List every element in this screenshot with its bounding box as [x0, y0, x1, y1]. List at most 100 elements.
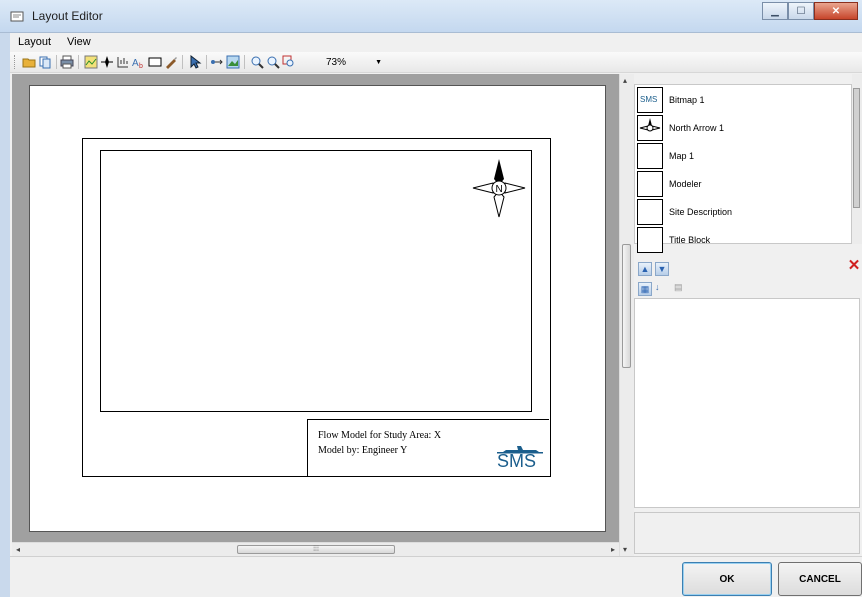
- site-description-thumbnail: [637, 199, 663, 225]
- window-controls: ▁ ☐ ✕: [762, 2, 858, 20]
- north-arrow-graphic[interactable]: N: [471, 157, 527, 219]
- title-bar: Layout Editor ▁ ☐ ✕: [0, 0, 862, 33]
- modeler-thumbnail: [637, 171, 663, 197]
- toolbar-separator: [56, 55, 57, 69]
- svg-text:b: b: [139, 63, 143, 69]
- window-title: Layout Editor: [32, 9, 103, 23]
- svg-text:A: A: [132, 58, 139, 69]
- open-icon[interactable]: [22, 55, 36, 69]
- scroll-left-icon[interactable]: ◂: [16, 545, 20, 554]
- layout-page[interactable]: N Flow Model for Study Area: X Model by:…: [29, 85, 606, 532]
- arrow-up-icon: ▲: [640, 264, 650, 274]
- bitmap-thumbnail: SMS: [637, 87, 663, 113]
- scroll-down-icon[interactable]: ▾: [623, 545, 627, 554]
- zoom-fit-icon[interactable]: [282, 55, 296, 69]
- list-item-label: Site Description: [669, 207, 733, 217]
- horizontal-scrollbar[interactable]: ◂ ⁞⁞⁞ ▸: [12, 542, 619, 557]
- sort-alpha-button[interactable]: ↓: [655, 282, 669, 296]
- cancel-button[interactable]: CANCEL: [778, 562, 862, 596]
- chevron-down-icon: ▼: [375, 58, 382, 66]
- ok-button[interactable]: OK: [682, 562, 772, 596]
- delete-icon: ✕: [847, 257, 861, 274]
- toolbar-separator: [244, 55, 245, 69]
- toolbar-separator: [182, 55, 183, 69]
- menu-layout[interactable]: Layout: [10, 34, 59, 52]
- connector-icon[interactable]: [210, 55, 224, 69]
- list-item-map-1[interactable]: Map 1: [637, 143, 847, 169]
- vertical-scrollbar[interactable]: ▴ ▾: [619, 74, 634, 556]
- list-item-bitmap-1[interactable]: SMS Bitmap 1: [637, 87, 847, 113]
- map-icon[interactable]: [84, 55, 98, 69]
- north-arrow-thumbnail: [637, 115, 663, 141]
- scale-bar-icon[interactable]: [116, 55, 130, 69]
- north-letter: N: [496, 184, 503, 195]
- dialog-footer: OK CANCEL: [10, 556, 862, 597]
- cancel-button-label: CANCEL: [799, 573, 841, 585]
- horizontal-scroll-thumb[interactable]: ⁞⁞⁞: [237, 545, 395, 554]
- scroll-up-icon[interactable]: ▴: [623, 76, 627, 85]
- property-pages-button[interactable]: ▤: [674, 282, 688, 296]
- toolbar: Ab 73% ▼: [10, 52, 862, 73]
- zoom-out-icon[interactable]: [266, 55, 280, 69]
- print-icon[interactable]: [60, 55, 74, 69]
- toolbar-grip[interactable]: [14, 55, 17, 69]
- sms-logo-text: SMS: [497, 451, 537, 471]
- property-pages-icon: ▤: [674, 282, 683, 292]
- properties-toolbar: ▲ ▼ ✕ ▦ ↓ ▤: [634, 258, 862, 298]
- title-block-line2: Model by: Engineer Y: [318, 445, 408, 456]
- list-item-label: Modeler: [669, 179, 702, 189]
- items-list-scrollbar[interactable]: [852, 74, 862, 244]
- move-up-button[interactable]: ▲: [638, 262, 652, 276]
- map-1-frame[interactable]: N: [100, 150, 532, 412]
- list-item-modeler[interactable]: Modeler: [637, 171, 847, 197]
- toolbar-separator: [206, 55, 207, 69]
- window-left-border: [0, 32, 10, 597]
- categorized-button[interactable]: ▦: [638, 282, 652, 296]
- text-icon[interactable]: Ab: [132, 55, 146, 69]
- list-item-site-description[interactable]: Site Description: [637, 199, 847, 225]
- close-button[interactable]: ✕: [814, 2, 858, 20]
- move-down-button[interactable]: ▼: [655, 262, 669, 276]
- scroll-right-icon[interactable]: ▸: [611, 545, 615, 554]
- zoom-value: 73%: [326, 56, 347, 68]
- north-arrow-icon[interactable]: [100, 55, 114, 69]
- title-block-line1: Flow Model for Study Area: X: [318, 430, 442, 441]
- copy-icon[interactable]: [38, 55, 52, 69]
- vertical-scroll-thumb[interactable]: [622, 244, 631, 368]
- close-icon: ✕: [831, 5, 841, 17]
- brush-icon[interactable]: [164, 55, 178, 69]
- layout-items-list[interactable]: SMS Bitmap 1 North Arrow 1 Map 1 Modeler…: [634, 84, 852, 253]
- layout-canvas[interactable]: N Flow Model for Study Area: X Model by:…: [12, 74, 619, 542]
- list-item-title-block[interactable]: Title Block: [637, 227, 847, 253]
- logo-rule: [497, 452, 543, 454]
- minimize-icon: ▁: [771, 5, 779, 17]
- sms-logo: SMS: [497, 440, 543, 472]
- list-item-label: Title Block: [669, 235, 711, 245]
- properties-grid[interactable]: [634, 298, 860, 508]
- layout-editor-icon: [10, 11, 24, 22]
- categorized-icon: ▦: [640, 283, 650, 294]
- list-item-label: Map 1: [669, 151, 695, 161]
- map-thumbnail: [637, 143, 663, 169]
- sort-alpha-icon: ↓: [655, 282, 660, 292]
- delete-button[interactable]: ✕: [846, 258, 862, 274]
- list-item-north-arrow-1[interactable]: North Arrow 1: [637, 115, 847, 141]
- toolbar-separator: [78, 55, 79, 69]
- title-block-frame[interactable]: Flow Model for Study Area: X Model by: E…: [307, 419, 549, 476]
- menu-view[interactable]: View: [59, 34, 99, 52]
- image-icon[interactable]: [226, 55, 240, 69]
- zoom-dropdown[interactable]: 73% ▼: [326, 55, 382, 69]
- select-icon[interactable]: [188, 55, 202, 69]
- property-description-panel: [634, 512, 860, 554]
- list-item-label: Bitmap 1: [669, 95, 705, 105]
- menu-bar: Layout View: [10, 34, 862, 52]
- rectangle-icon[interactable]: [148, 55, 162, 69]
- zoom-in-icon[interactable]: [250, 55, 264, 69]
- maximize-button[interactable]: ☐: [788, 2, 814, 20]
- layout-editor-window: Layout Editor ▁ ☐ ✕ Layout View Ab 73% ▼…: [0, 0, 862, 597]
- ok-button-label: OK: [719, 573, 735, 585]
- minimize-button[interactable]: ▁: [762, 2, 788, 20]
- arrow-down-icon: ▼: [657, 264, 667, 274]
- items-list-scroll-thumb[interactable]: [853, 88, 860, 208]
- layout-frame[interactable]: N Flow Model for Study Area: X Model by:…: [82, 138, 551, 477]
